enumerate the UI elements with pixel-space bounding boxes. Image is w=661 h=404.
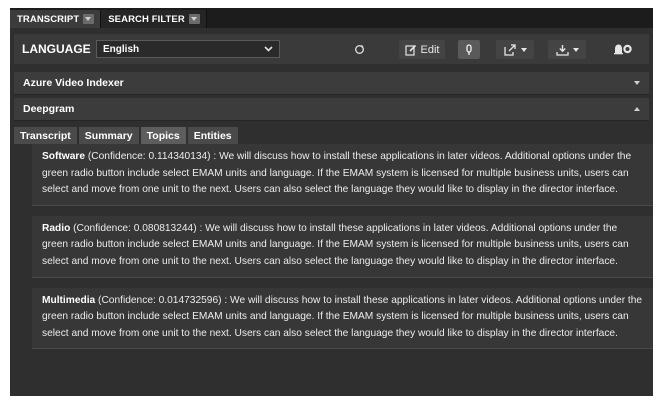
chevron-down-icon — [264, 44, 273, 55]
chevron-down-icon — [520, 47, 527, 52]
chevron-down-icon[interactable] — [83, 14, 95, 24]
download-icon — [555, 44, 569, 56]
topic-text: Multimedia (Confidence: 0.014732596) : W… — [42, 293, 643, 343]
edit-button[interactable]: Edit — [399, 40, 445, 59]
accordion-deepgram[interactable]: Deepgram — [14, 98, 649, 121]
topics-list: Software (Confidence: 0.114340134) : We … — [32, 144, 653, 396]
share-icon — [503, 43, 517, 56]
list-item: Multimedia (Confidence: 0.014732596) : W… — [32, 287, 653, 350]
microphone-icon — [465, 43, 473, 56]
microphone-button[interactable] — [458, 40, 480, 59]
topic-name: Software — [42, 151, 86, 162]
tab-summary[interactable]: Summary — [78, 127, 139, 144]
topic-details: (Confidence: 0.114340134) : We will disc… — [42, 151, 632, 196]
accordion-title: Deepgram — [23, 103, 75, 115]
edit-icon — [404, 44, 417, 56]
chevron-down-icon — [634, 81, 640, 85]
topic-text: Software (Confidence: 0.114340134) : We … — [42, 149, 643, 199]
chevron-down-icon[interactable] — [188, 14, 200, 24]
topic-name: Multimedia — [42, 294, 96, 306]
topic-text: Radio (Confidence: 0.080813244) : We wil… — [42, 221, 643, 271]
top-tab-bar: TRANSCRIPT SEARCH FILTER — [10, 8, 653, 28]
download-button[interactable] — [548, 40, 586, 59]
chevron-up-icon — [634, 107, 640, 111]
refresh-button[interactable] — [345, 40, 373, 59]
share-button[interactable] — [496, 40, 534, 59]
deepgram-tab-bar: Transcript Summary Topics Entities — [14, 127, 240, 144]
topic-details: (Confidence: 0.080813244) : We will disc… — [42, 222, 629, 267]
tab-topics[interactable]: Topics — [140, 127, 186, 144]
topic-name: Radio — [42, 222, 71, 234]
notification-button[interactable] — [606, 40, 640, 59]
notification-icon — [613, 43, 633, 56]
language-selected-value: English — [103, 43, 140, 55]
list-item: Software (Confidence: 0.114340134) : We … — [32, 144, 653, 206]
tab-entities[interactable]: Entities — [187, 127, 238, 144]
transcript-panel: TRANSCRIPT SEARCH FILTER LANGUAGE Englis… — [10, 8, 653, 396]
list-item: Radio (Confidence: 0.080813244) : We wil… — [32, 215, 653, 278]
language-label: LANGUAGE — [22, 42, 91, 56]
edit-button-label: Edit — [420, 43, 440, 56]
tab-search-filter[interactable]: SEARCH FILTER — [101, 10, 207, 28]
topic-details: (Confidence: 0.014732596) : We will disc… — [42, 294, 643, 339]
accordion-title: Azure Video Indexer — [23, 77, 124, 89]
tab-transcript-inner[interactable]: Transcript — [14, 127, 77, 144]
language-toolbar: LANGUAGE English Edit — [14, 34, 649, 64]
accordion-azure-video-indexer[interactable]: Azure Video Indexer — [14, 72, 649, 95]
tab-search-filter-label: SEARCH FILTER — [108, 13, 185, 25]
chevron-down-icon — [572, 47, 579, 52]
language-select[interactable]: English — [96, 40, 280, 58]
tab-transcript-label: TRANSCRIPT — [17, 13, 80, 25]
tab-transcript[interactable]: TRANSCRIPT — [10, 10, 102, 28]
refresh-icon — [354, 44, 365, 55]
